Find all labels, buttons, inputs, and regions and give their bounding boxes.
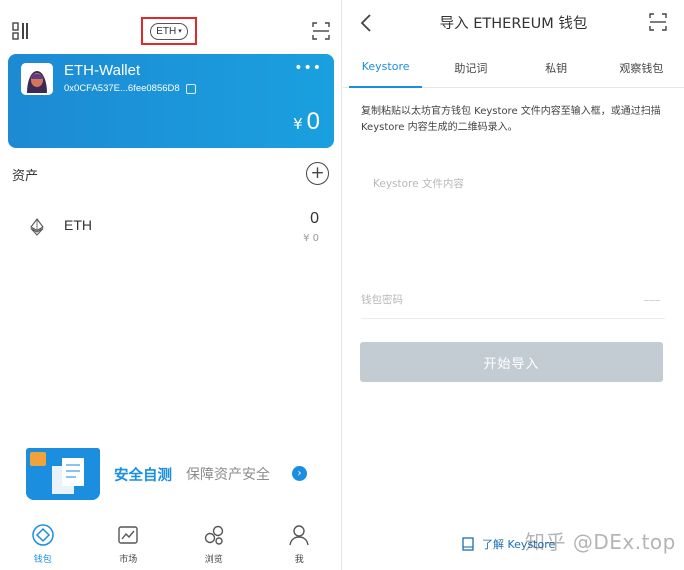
tab-mnemonic[interactable]: 助记词	[428, 50, 513, 87]
tab-label: 我	[294, 555, 304, 565]
banner-title: 安全自测	[114, 468, 172, 484]
tab-watch-wallet[interactable]: 观察钱包	[599, 50, 684, 87]
password-underline	[361, 318, 665, 319]
bottom-tabbar: 钱包 市场 浏览 我	[0, 518, 342, 570]
book-icon	[462, 537, 474, 551]
more-dots-icon[interactable]: •••	[294, 60, 322, 76]
import-wallet-screen: 导入 ETHEREUM 钱包 Keystore 助记词 私钥 观察钱包 复制粘贴…	[343, 0, 684, 570]
banner-subtitle: 保障资产安全	[186, 467, 270, 483]
tab-profile[interactable]: 我	[257, 518, 343, 570]
import-method-tabs: Keystore 助记词 私钥 观察钱包	[343, 50, 684, 88]
chain-pill[interactable]: ETH ▾	[150, 22, 188, 40]
chain-selector[interactable]: ETH ▾	[141, 17, 197, 45]
chevron-down-icon: ▾	[178, 28, 182, 35]
tab-label: 市场	[119, 555, 138, 565]
tab-label: 钱包	[33, 555, 52, 565]
hide-password-icon[interactable]: ~~~	[643, 296, 661, 305]
balance-currency: ¥	[293, 115, 303, 133]
market-chart-icon	[118, 526, 138, 544]
security-illustration	[26, 448, 100, 500]
add-asset-button[interactable]: +	[306, 162, 329, 185]
asset-amount: 0	[310, 210, 319, 227]
asset-symbol: ETH	[64, 217, 92, 233]
wallet-icon	[32, 524, 54, 546]
asset-row-eth[interactable]: ETH 0 ¥ 0	[0, 200, 342, 252]
import-instructions: 复制粘贴以太坊官方钱包 Keystore 文件内容至输入框，或通过扫描 Keys…	[361, 106, 661, 133]
wallet-balance: ¥ 0	[293, 108, 320, 136]
wallet-home-screen: ETH ▾ ETH-Wallet 0x0CFA537E...6fee0856D8…	[0, 0, 342, 570]
chevron-right-icon[interactable]: ›	[292, 466, 307, 481]
asset-fiat-value: ¥ 0	[303, 233, 319, 244]
tab-label: 浏览	[204, 555, 223, 565]
watermark: 知乎 @DEx.top	[525, 530, 676, 554]
assets-heading: 资产	[12, 169, 39, 184]
scan-icon[interactable]	[312, 22, 330, 40]
wallet-address-text: 0x0CFA537E...6fee0856D8	[64, 83, 180, 94]
wallet-name: ETH-Wallet	[64, 62, 141, 79]
chain-label: ETH	[156, 25, 177, 37]
wallet-address: 0x0CFA537E...6fee0856D8	[64, 83, 196, 94]
wallet-avatar	[21, 63, 53, 95]
keystore-input[interactable]	[361, 170, 665, 270]
tab-browse[interactable]: 浏览	[171, 518, 257, 570]
grid-menu-icon[interactable]	[12, 22, 30, 40]
wallet-header: ETH ▾	[0, 0, 342, 52]
tab-keystore[interactable]: Keystore	[343, 50, 428, 88]
ethereum-icon	[30, 218, 44, 236]
security-check-banner[interactable]: 安全自测 保障资产安全 ›	[26, 448, 316, 500]
copy-icon[interactable]	[185, 83, 196, 94]
profile-icon	[289, 525, 309, 546]
wallet-card[interactable]: ETH-Wallet 0x0CFA537E...6fee0856D8 ••• ¥…	[8, 54, 334, 148]
tab-market[interactable]: 市场	[86, 518, 172, 570]
tab-wallet[interactable]: 钱包	[0, 518, 86, 570]
browse-icon	[204, 525, 223, 545]
tab-private-key[interactable]: 私钥	[514, 50, 599, 87]
page-title: 导入 ETHEREUM 钱包	[439, 16, 588, 32]
wallet-password-field[interactable]	[361, 290, 631, 310]
scan-icon[interactable]	[649, 13, 667, 31]
balance-value: 0	[306, 108, 320, 135]
start-import-button[interactable]: 开始导入	[360, 342, 663, 382]
